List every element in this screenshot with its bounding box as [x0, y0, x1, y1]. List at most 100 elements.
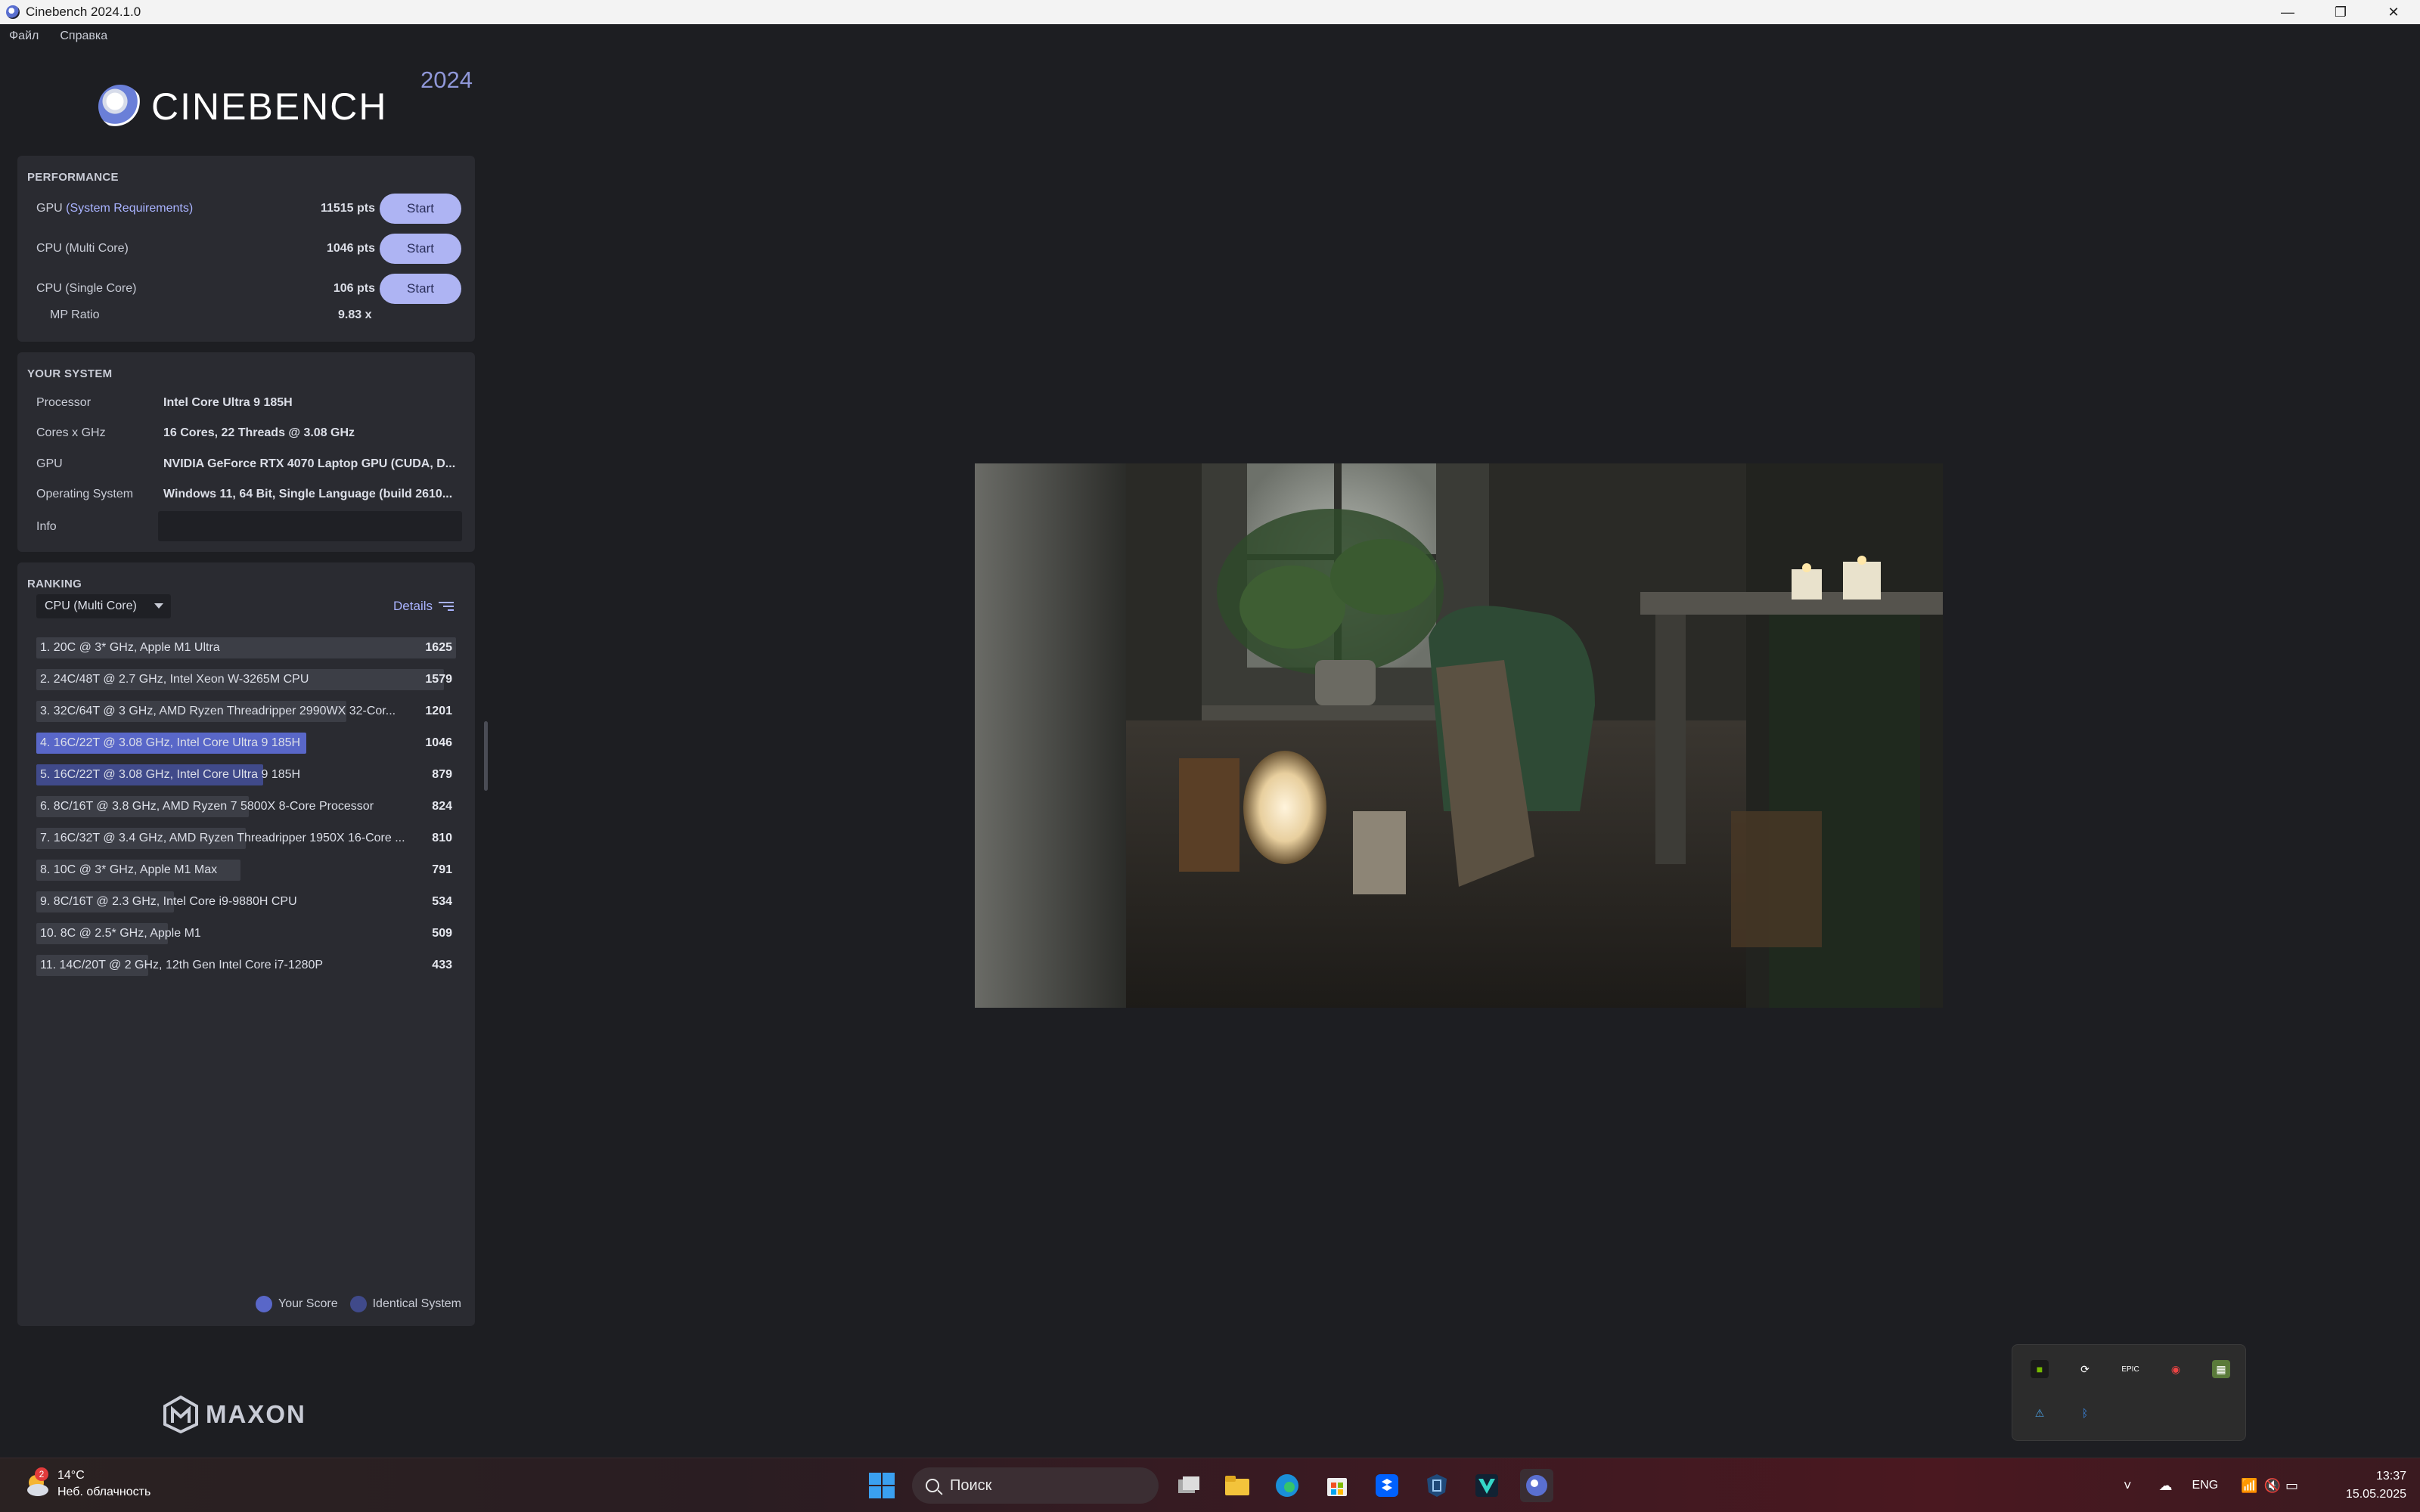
system-value: NVIDIA GeForce RTX 4070 Laptop GPU (CUDA… [163, 457, 456, 470]
ranking-score: 824 [432, 800, 452, 813]
sidebar-scrollbar[interactable] [484, 721, 488, 791]
weather-desc: Неб. облачность [57, 1486, 151, 1498]
cinebench-taskbar-icon[interactable] [1520, 1469, 1553, 1502]
tray-overflow-popup: ■ ⟳ EPIC ◉ ▦ ⚠ ᛒ [2012, 1344, 2246, 1441]
ranking-row[interactable]: 4. 16C/22T @ 3.08 GHz, Intel Core Ultra … [36, 727, 466, 759]
ranking-row[interactable]: 8. 10C @ 3* GHz, Apple M1 Max 791 [36, 854, 466, 886]
render-preview-image [975, 463, 1943, 1008]
filter-icon [439, 601, 454, 612]
system-value: 16 Cores, 22 Threads @ 3.08 GHz [163, 426, 355, 439]
perf-row-cpu-single: CPU (Single Core) 106 pts Start [17, 274, 475, 304]
ranking-cpu-name: 5. 16C/22T @ 3.08 GHz, Intel Core Ultra … [40, 768, 301, 781]
menu-file[interactable]: Файл [9, 29, 39, 43]
clock[interactable]: 13:37 15.05.2025 [2346, 1467, 2406, 1504]
legend-label: Identical System [372, 1297, 461, 1310]
info-field[interactable] [158, 511, 462, 541]
ranking-cpu-name: 2. 24C/48T @ 2.7 GHz, Intel Xeon W-3265M… [40, 673, 309, 686]
performance-title: PERFORMANCE [27, 171, 119, 184]
gamepad-icon[interactable]: ◉ [2167, 1360, 2185, 1378]
ranking-legend: Your Score Identical System [244, 1296, 461, 1312]
cinebench-logo-icon [98, 85, 142, 129]
ranking-list: 1. 20C @ 3* GHz, Apple M1 Ultra 1625 2. 24… [36, 632, 466, 981]
wifi-icon[interactable]: 📶 [2241, 1478, 2257, 1494]
predator-sense-icon[interactable] [1470, 1469, 1503, 1502]
file-explorer-icon[interactable] [1221, 1469, 1254, 1502]
epic-games-icon[interactable]: EPIC [2121, 1360, 2139, 1378]
details-label: Details [393, 599, 433, 613]
ranking-cpu-name: 6. 8C/16T @ 3.8 GHz, AMD Ryzen 7 5800X 8… [40, 800, 374, 813]
weather-widget[interactable]: 2 14°C Неб. облачность [23, 1467, 150, 1501]
weather-temp: 14°C [57, 1469, 85, 1482]
perf-label-cpu-multi: CPU (Multi Core) [36, 242, 129, 255]
perf-row-gpu: GPU (System Requirements) 11515 pts Star… [17, 194, 475, 224]
security-warning-icon[interactable]: ⚠ [2031, 1404, 2049, 1422]
ranking-cpu-name: 1. 20C @ 3* GHz, Apple M1 Ultra [40, 641, 220, 654]
ranking-cpu-name: 9. 8C/16T @ 2.3 GHz, Intel Core i9-9880H… [40, 895, 297, 908]
restore-button[interactable]: ❐ [2314, 0, 2367, 24]
chevron-up-icon[interactable]: ˅ [2124, 1478, 2132, 1494]
ranking-cpu-name: 10. 8C @ 2.5* GHz, Apple M1 [40, 927, 201, 940]
menu-bar: Файл Справка [0, 24, 119, 48]
volume-muted-icon[interactable]: 🔇 [2264, 1478, 2281, 1494]
ranking-row[interactable]: 5. 16C/22T @ 3.08 GHz, Intel Core Ultra … [36, 759, 466, 791]
ranking-cpu-name: 3. 32C/64T @ 3 GHz, AMD Ryzen Threadripp… [40, 705, 396, 717]
system-key: Processor [36, 396, 92, 409]
minimize-button[interactable]: — [2261, 0, 2314, 24]
perf-label-cpu-single: CPU (Single Core) [36, 282, 137, 295]
ranking-row[interactable]: 11. 14C/20T @ 2 GHz, 12th Gen Intel Core… [36, 950, 466, 981]
performance-panel: PERFORMANCE GPU (System Requirements) 11… [17, 156, 475, 342]
maxon-wordmark: MAXON [206, 1400, 306, 1428]
search-placeholder: Поиск [950, 1476, 992, 1494]
ranking-score: 810 [432, 832, 452, 844]
microsoft-store-icon[interactable] [1320, 1469, 1354, 1502]
clock-date: 15.05.2025 [2345, 1488, 2406, 1501]
system-key: Cores x GHz [36, 426, 106, 439]
ranking-row[interactable]: 3. 32C/64T @ 3 GHz, AMD Ryzen Threadripp… [36, 696, 466, 727]
nvidia-icon[interactable]: ■ [2031, 1360, 2049, 1378]
app-tray-icon[interactable]: ▦ [2212, 1360, 2230, 1378]
perf-row-cpu-multi: CPU (Multi Core) 1046 pts Start [17, 234, 475, 264]
ranking-row[interactable]: 9. 8C/16T @ 2.3 GHz, Intel Core i9-9880H… [36, 886, 466, 918]
ranking-row[interactable]: 2. 24C/48T @ 2.7 GHz, Intel Xeon W-3265M… [36, 664, 466, 696]
battery-icon[interactable]: ▭ [2285, 1478, 2298, 1494]
bluetooth-icon[interactable]: ᛒ [2076, 1404, 2094, 1422]
chevron-down-icon [154, 603, 163, 609]
system-tray: ˅ ☁ ENG 📶 🔇 ▭ [2118, 1458, 2298, 1512]
edge-browser-icon[interactable] [1270, 1469, 1304, 1502]
dropbox-icon[interactable] [1370, 1469, 1404, 1502]
onedrive-icon[interactable]: ☁ [2159, 1478, 2173, 1494]
ranking-row[interactable]: 1. 20C @ 3* GHz, Apple M1 Ultra 1625 [36, 632, 466, 664]
ranking-score: 1625 [425, 641, 452, 654]
menu-help[interactable]: Справка [60, 29, 107, 43]
ranking-row[interactable]: 10. 8C @ 2.5* GHz, Apple M1 509 [36, 918, 466, 950]
language-indicator[interactable]: ENG [2192, 1479, 2219, 1492]
search-icon [926, 1479, 939, 1492]
legend-your-score: Your Score [256, 1296, 338, 1312]
ranking-category-select[interactable]: CPU (Multi Core) [36, 594, 171, 618]
close-button[interactable]: ✕ [2367, 0, 2420, 24]
ranking-row[interactable]: 6. 8C/16T @ 3.8 GHz, AMD Ryzen 7 5800X 8… [36, 791, 466, 823]
system-value: Windows 11, 64 Bit, Single Language (bui… [163, 488, 453, 500]
maxon-logo: MAXON [163, 1396, 306, 1433]
taskbar-search[interactable]: Поиск [912, 1467, 1159, 1504]
ranking-category-value: CPU (Multi Core) [45, 600, 137, 612]
task-view-icon[interactable] [1172, 1469, 1205, 1502]
ranking-row[interactable]: 7. 16C/32T @ 3.4 GHz, AMD Ryzen Threadri… [36, 823, 466, 854]
perf-label-gpu: GPU (System Requirements) [36, 202, 194, 215]
version-year: 2024 [420, 67, 473, 93]
start-gpu-button[interactable]: Start [380, 194, 461, 224]
start-cpu-single-button[interactable]: Start [380, 274, 461, 304]
details-button[interactable]: Details [393, 599, 454, 614]
start-cpu-multi-button[interactable]: Start [380, 234, 461, 264]
sync-icon[interactable]: ⟳ [2076, 1360, 2094, 1378]
ranking-title: RANKING [27, 578, 82, 590]
start-windows-icon[interactable] [865, 1469, 898, 1502]
ranking-score: 534 [432, 895, 452, 908]
cinebench-wordmark: CINEBENCH [151, 85, 388, 128]
app-shield-icon[interactable] [1420, 1469, 1454, 1502]
mp-ratio-label: MP Ratio [50, 308, 100, 321]
system-key: Info [36, 520, 57, 533]
system-requirements-link[interactable]: (System Requirements) [66, 202, 193, 215]
ranking-score: 1046 [425, 736, 452, 749]
ranking-score: 1201 [425, 705, 452, 717]
